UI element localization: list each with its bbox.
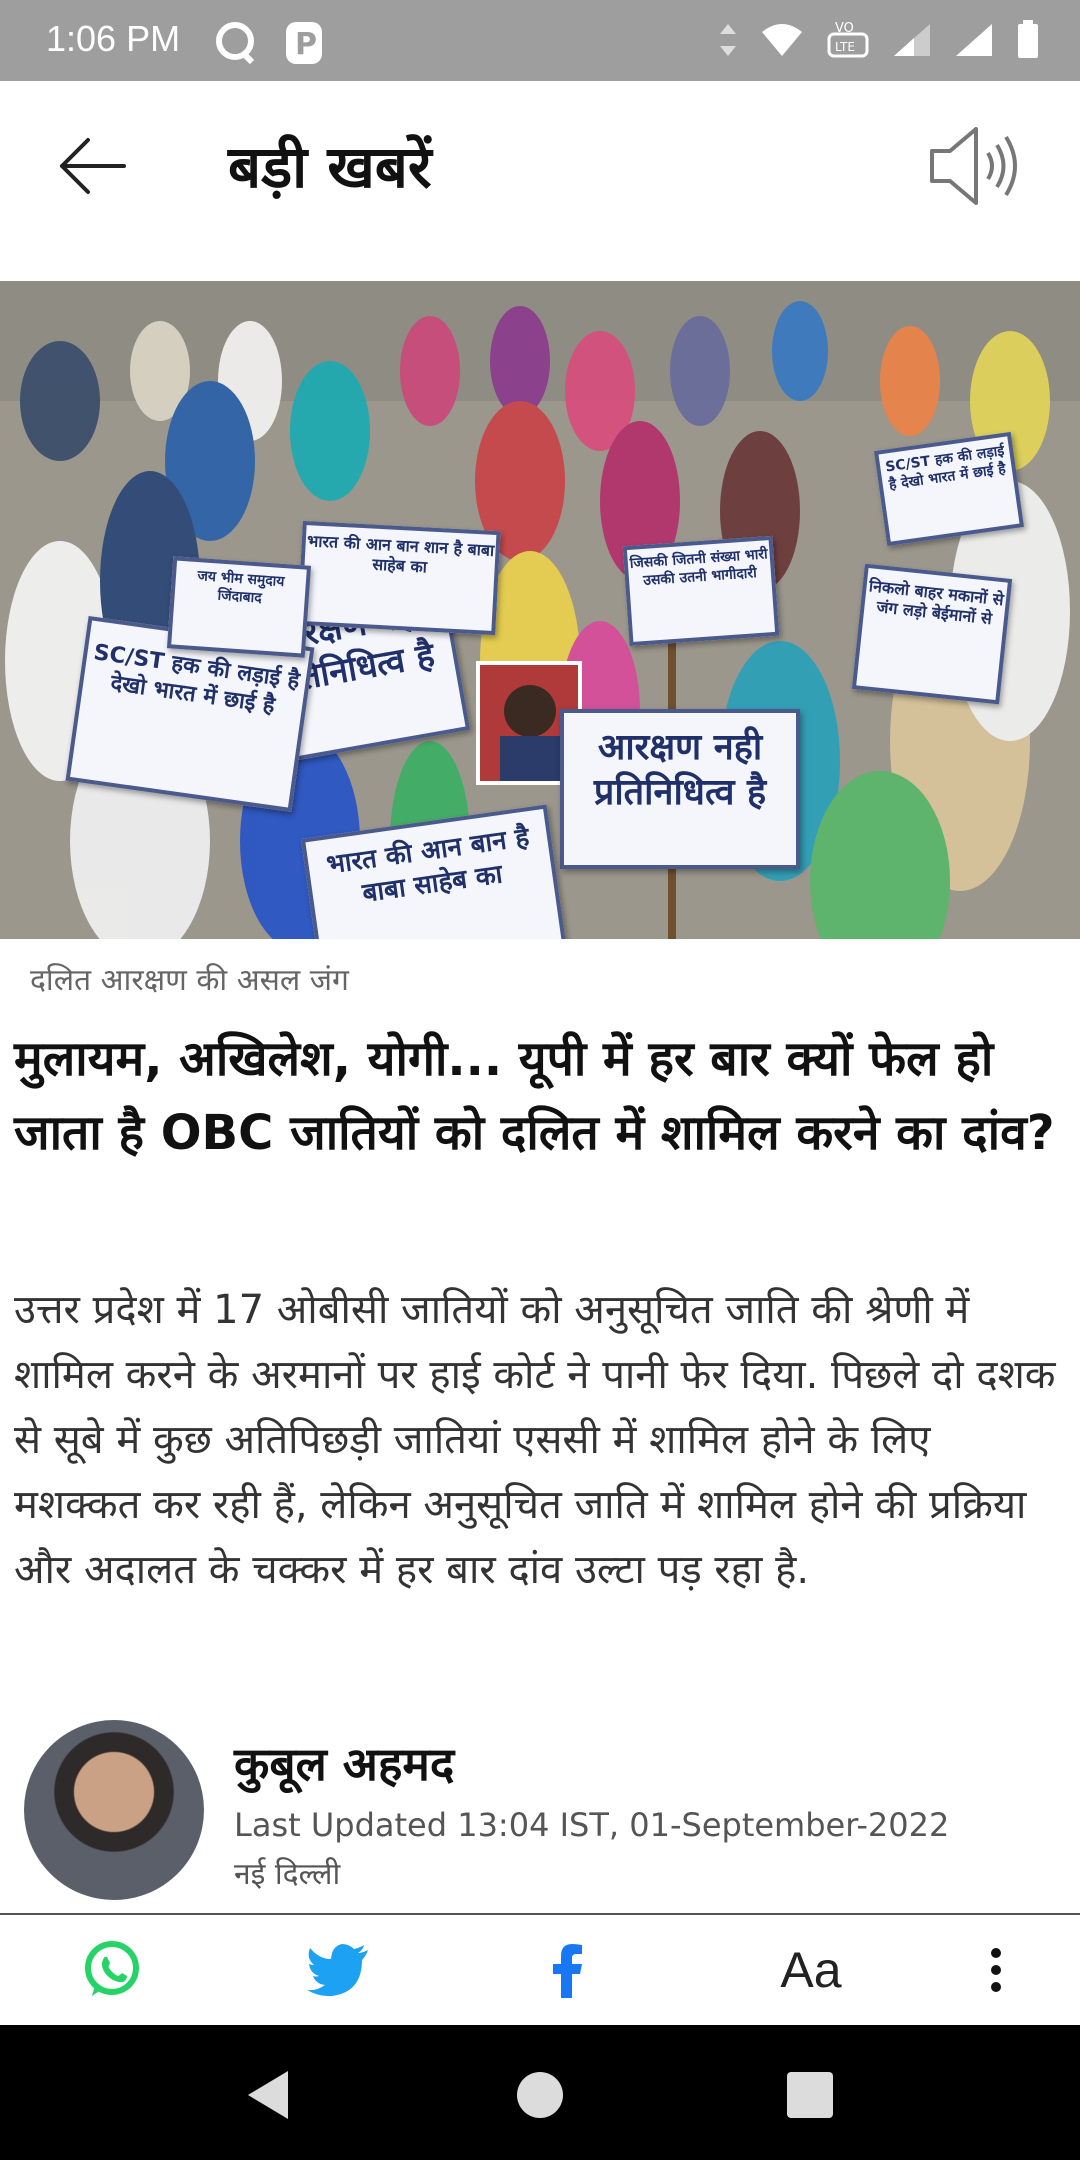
nav-back-icon — [248, 2071, 288, 2119]
more-options-button[interactable] — [956, 1935, 1036, 2005]
listen-audio-button[interactable] — [926, 121, 1022, 211]
article-summary: उत्तर प्रदेश में 17 ओबीसी जातियों को अनु… — [14, 1287, 1056, 1593]
author-name[interactable]: कुबूल अहमद — [234, 1732, 454, 1794]
system-nav-bar — [0, 2025, 1080, 2160]
placard: आरक्षण नही प्रतिनिधित्व है — [560, 709, 800, 869]
nav-home-button[interactable] — [510, 2065, 570, 2125]
last-updated: Last Updated 13:04 IST, 01-September-202… — [234, 1806, 950, 1844]
svg-text:LTE: LTE — [835, 40, 855, 54]
facebook-icon — [553, 1944, 582, 1998]
nav-recents-button[interactable] — [780, 2065, 840, 2125]
more-options-icon — [991, 1948, 1001, 1992]
author-avatar[interactable] — [24, 1720, 204, 1900]
placard: भारत की आन बान शान है बाबा साहेब का — [297, 520, 501, 636]
nav-recents-icon — [787, 2072, 833, 2118]
share-twitter-button[interactable] — [298, 1935, 378, 2005]
svg-text:P: P — [295, 27, 317, 62]
share-facebook-button[interactable] — [528, 1935, 608, 2005]
twitter-icon — [307, 1944, 368, 1997]
data-arrows-icon — [718, 22, 738, 62]
volte-icon: VO LTE — [826, 18, 870, 66]
app-bar: बड़ी खबरें — [0, 81, 1080, 281]
share-whatsapp-button[interactable] — [72, 1935, 152, 2005]
whatsapp-icon — [85, 1941, 139, 1996]
speaker-icon — [930, 127, 1017, 205]
page-title: बड़ी खबरें — [228, 133, 432, 201]
signal-icon-2 — [954, 22, 994, 62]
placard: जय भीम समुदाय जिंदाबाद — [166, 556, 312, 658]
font-size-button[interactable]: Aa — [756, 1935, 866, 2005]
battery-icon — [1016, 20, 1040, 64]
app-notification-icon: P — [284, 20, 324, 70]
chat-notification-icon — [212, 20, 258, 70]
share-bar: Aa — [0, 1915, 1080, 2025]
placard: निकलो बाहर मकानों से जंग लड़ो बेईमानों स… — [851, 563, 1013, 705]
signal-icon-1 — [892, 22, 932, 62]
back-arrow-icon — [60, 138, 126, 194]
back-button[interactable] — [52, 131, 132, 201]
nav-home-icon — [517, 2072, 563, 2118]
font-size-icon: Aa — [780, 1942, 842, 1998]
placard: जिसकी जितनी संख्या भारी उसकी उतनी भागीदा… — [622, 535, 780, 647]
article-headline: मुलायम, अखिलेश, योगी... यूपी में हर बार … — [14, 1031, 1055, 1161]
dateline-location: नई दिल्ली — [234, 1857, 341, 1892]
nav-back-button[interactable] — [240, 2065, 300, 2125]
category-caption: दलित आरक्षण की असल जंग — [30, 963, 349, 998]
svg-text:VO: VO — [835, 21, 854, 36]
wifi-icon — [760, 22, 804, 62]
article-hero-image: आरक्षण नही प्रतिनिधित्व है आरक्षण नही प्… — [0, 281, 1080, 939]
status-time: 1:06 PM — [46, 18, 181, 59]
status-bar: 1:06 PM P VO LTE — [0, 0, 1080, 81]
placard: SC/ST हक की लड़ाई है देखो भारत में छाई ह… — [873, 431, 1025, 547]
